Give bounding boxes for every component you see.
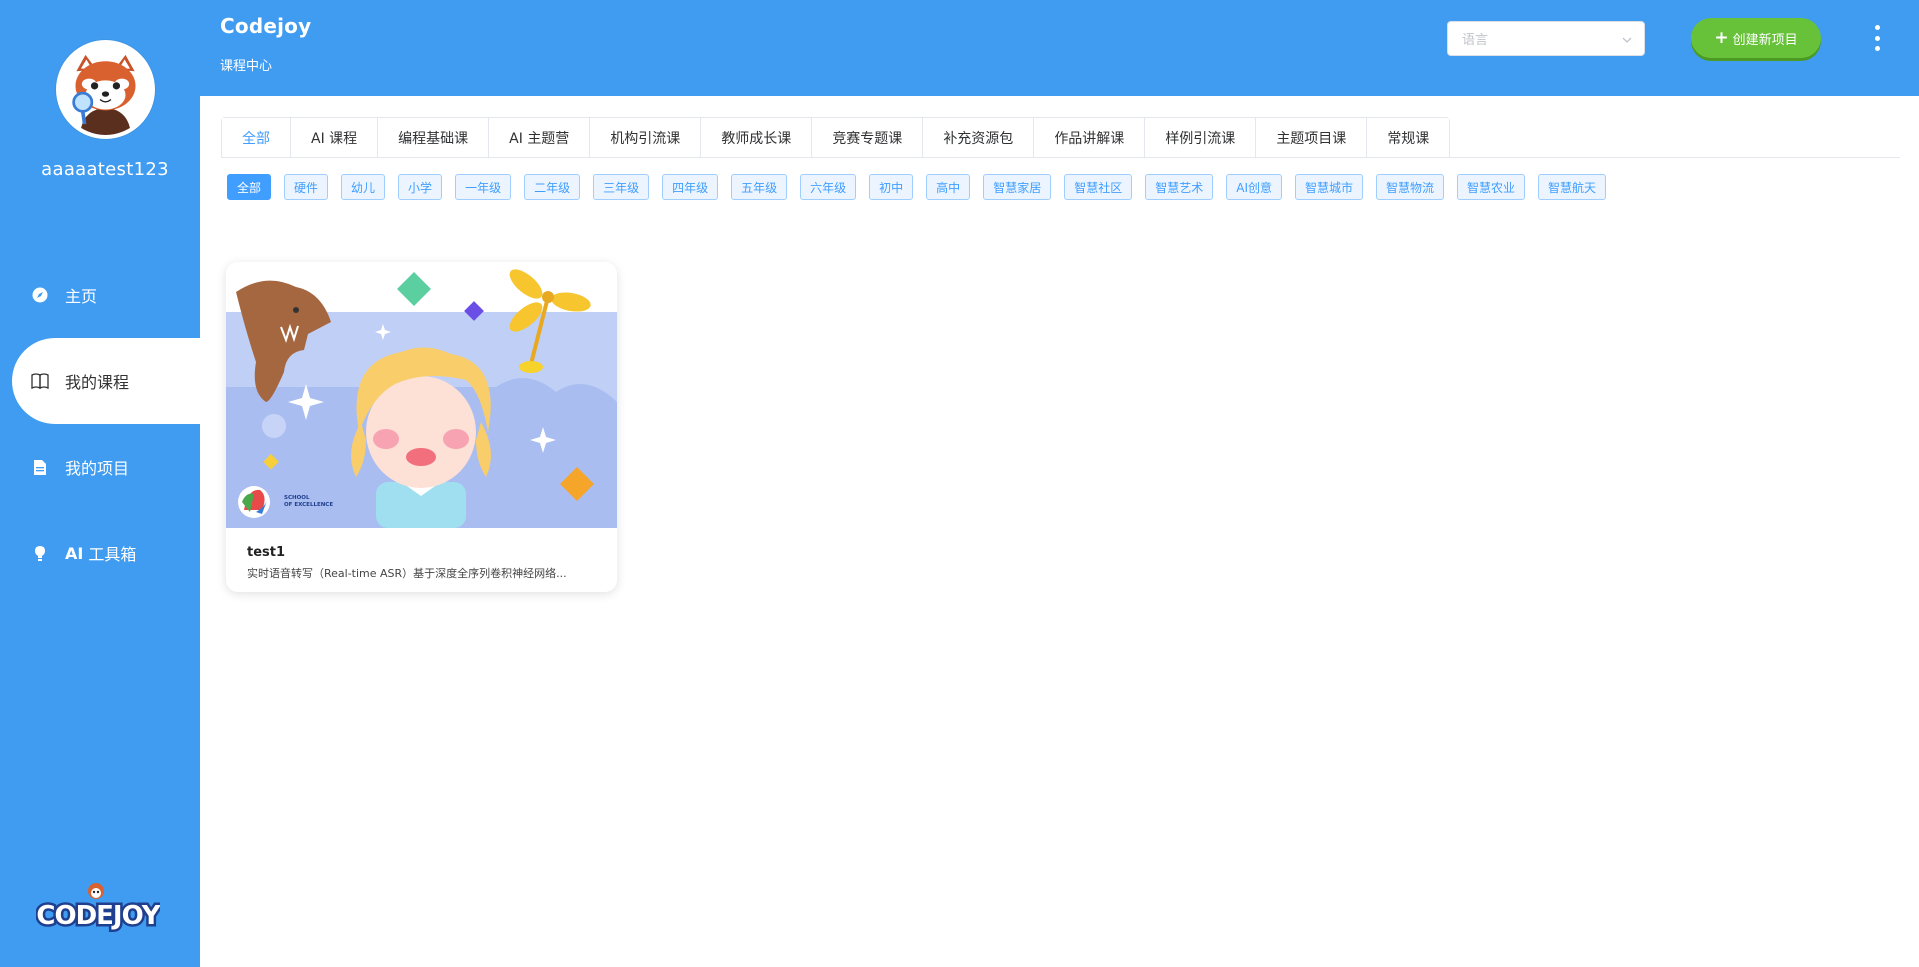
brand-title: Codejoy xyxy=(220,14,312,38)
language-placeholder: 语言 xyxy=(1462,33,1489,48)
avatar[interactable] xyxy=(56,40,155,139)
sidebar-item-my-courses[interactable]: 我的课程 xyxy=(12,338,200,424)
lightbulb-icon xyxy=(30,543,50,563)
more-menu-icon[interactable] xyxy=(1870,25,1884,51)
filter-chip-9[interactable]: 六年级 xyxy=(800,174,857,200)
tab-10[interactable]: 主题项目课 xyxy=(1255,118,1367,158)
school-badge-line1: SCHOOL xyxy=(284,495,310,501)
course-cover-image: SCHOOL OF EXCELLENCE xyxy=(226,262,617,528)
sidebar-item-label: 主页 xyxy=(65,287,98,306)
sidebar-item-my-projects[interactable]: 我的项目 xyxy=(0,424,200,510)
tab-1[interactable]: AI 课程 xyxy=(290,118,378,158)
filter-chip-10[interactable]: 初中 xyxy=(869,174,914,200)
course-title: test1 xyxy=(247,545,286,560)
tab-5[interactable]: 教师成长课 xyxy=(700,118,812,158)
filter-chip-8[interactable]: 五年级 xyxy=(731,174,788,200)
filter-chips: 全部 硬件 幼儿 小学 一年级 二年级 三年级 四年级 五年级 六年级 初中 高中 智慧家居 智慧社区 智慧… xyxy=(227,174,1619,200)
create-project-button[interactable]: + 创建新项目 xyxy=(1691,18,1821,58)
create-project-label: 创建新项目 xyxy=(1732,32,1798,48)
book-icon xyxy=(30,371,50,391)
filter-chip-15[interactable]: AI创意 xyxy=(1226,174,1282,200)
sidebar-item-label: 我的课程 xyxy=(65,373,130,392)
sidebar-nav: 主页 我的课程 我的项目 AI 工具箱 xyxy=(0,252,200,596)
filter-chip-19[interactable]: 智慧航天 xyxy=(1538,174,1607,200)
filter-chip-1[interactable]: 硬件 xyxy=(284,174,329,200)
tab-6[interactable]: 竞赛专题课 xyxy=(811,118,923,158)
filter-chip-3[interactable]: 小学 xyxy=(398,174,443,200)
filter-chip-0[interactable]: 全部 xyxy=(227,174,272,200)
red-panda-avatar-icon xyxy=(60,44,151,135)
sidebar-item-label: 工具箱 xyxy=(88,545,137,564)
tab-2[interactable]: 编程基础课 xyxy=(377,118,489,158)
filter-chip-14[interactable]: 智慧艺术 xyxy=(1145,174,1214,200)
plus-icon: + xyxy=(1714,28,1729,48)
document-icon xyxy=(30,457,50,477)
tab-7[interactable]: 补充资源包 xyxy=(922,118,1034,158)
tabs-divider xyxy=(221,157,1900,158)
filter-chip-7[interactable]: 四年级 xyxy=(662,174,719,200)
filter-chip-6[interactable]: 三年级 xyxy=(593,174,650,200)
language-select[interactable]: 语言 xyxy=(1447,21,1645,56)
tab-3[interactable]: AI 主题营 xyxy=(488,118,590,158)
tab-9[interactable]: 样例引流课 xyxy=(1144,118,1256,158)
course-description: 实时语音转写（Real-time ASR）基于深度全序列卷积神经网络... xyxy=(247,567,567,580)
logo-wordmark: CODEJOY xyxy=(36,901,160,931)
sidebar: aaaaatest123 主页 我的课程 我的项目 AI 工具箱 CODEJOY xyxy=(0,0,200,967)
tab-11[interactable]: 常规课 xyxy=(1366,118,1450,158)
sidebar-item-label: 我的项目 xyxy=(65,459,130,478)
school-badge-line2: OF EXCELLENCE xyxy=(284,502,333,508)
page-subtitle: 课程中心 xyxy=(220,59,273,74)
filter-chip-18[interactable]: 智慧农业 xyxy=(1457,174,1526,200)
sidebar-item-ai-toolbox[interactable]: AI 工具箱 xyxy=(0,510,200,596)
sidebar-item-prefix: AI xyxy=(65,543,84,563)
filter-chip-11[interactable]: 高中 xyxy=(926,174,971,200)
filter-chip-16[interactable]: 智慧城市 xyxy=(1294,174,1363,200)
filter-chip-13[interactable]: 智慧社区 xyxy=(1064,174,1133,200)
tab-4[interactable]: 机构引流课 xyxy=(589,118,701,158)
filter-chip-12[interactable]: 智慧家居 xyxy=(983,174,1052,200)
filter-chip-2[interactable]: 幼儿 xyxy=(341,174,386,200)
course-card[interactable]: SCHOOL OF EXCELLENCE test1 实时语音转写（Real-t… xyxy=(226,262,617,592)
compass-icon xyxy=(30,285,50,305)
chevron-down-icon xyxy=(1622,34,1632,44)
filter-chip-5[interactable]: 二年级 xyxy=(524,174,581,200)
tab-8[interactable]: 作品讲解课 xyxy=(1033,118,1145,158)
filter-chip-17[interactable]: 智慧物流 xyxy=(1376,174,1445,200)
tab-0[interactable]: 全部 xyxy=(222,118,290,159)
username: aaaaatest123 xyxy=(41,159,169,180)
top-header: Codejoy 课程中心 语言 + 创建新项目 xyxy=(200,0,1919,96)
category-tabs: 全部 AI 课程 编程基础课 AI 主题营 机构引流课 教师成长课 竞赛专题课 补充资源包 作品… xyxy=(221,117,1451,159)
filter-chip-4[interactable]: 一年级 xyxy=(455,174,512,200)
codejoy-logo: CODEJOY xyxy=(34,880,165,934)
